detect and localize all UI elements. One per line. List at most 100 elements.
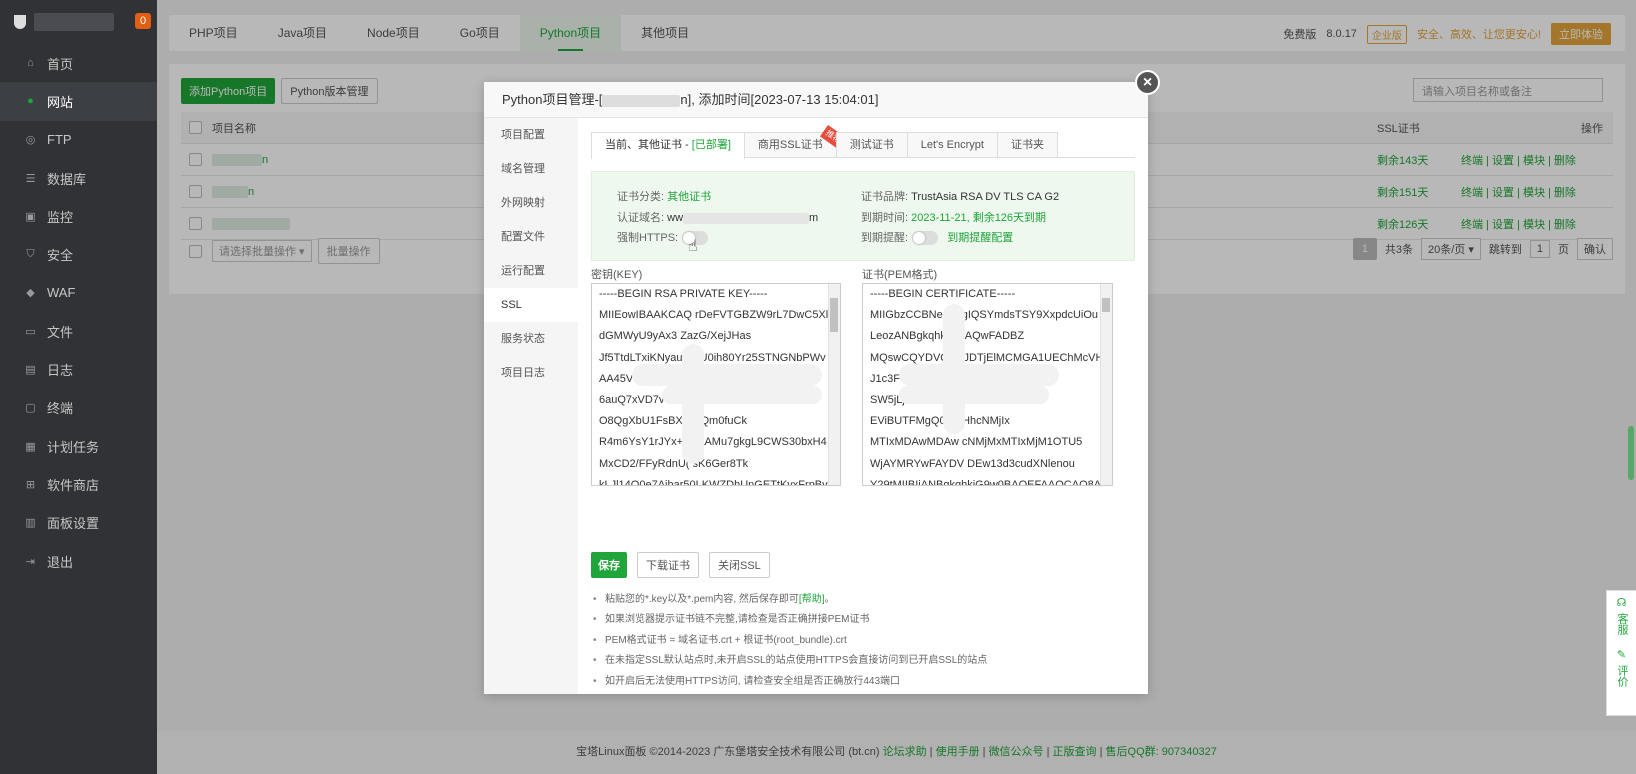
sidebar-nav: ⌂ 首页 ● 网站 ◎ FTP ☰ 数据库 ▣ 监控 ⛉ 安全 ◆ WAF ▭ 文件 ▤ 日志 ▢… bbox=[0, 44, 157, 580]
pem-line: MIIGbzCCBNeg/ AgIQSYmdsTSY9XxpdcUiOu bbox=[870, 309, 1099, 322]
modal-nav-domain[interactable]: 域名管理 bbox=[484, 152, 578, 186]
page-scroll-indicator[interactable] bbox=[1628, 426, 1634, 480]
key-line: -----BEGIN RSA PRIVATE KEY----- bbox=[599, 288, 768, 300]
key-line: MIIEowIBAAKCAQ rDeFVTGBZW9rL7DwC5Xlh bbox=[599, 309, 835, 322]
modal-sidebar: 项目配置 域名管理 外网映射 配置文件 运行配置 SSL 服务状态 项目日志 bbox=[484, 118, 578, 694]
pem-line: LeozANBgkqhki 0BAQwFADBZ bbox=[870, 330, 1025, 343]
cert-category-value: 其他证书 bbox=[667, 191, 712, 203]
pem-line: MTIxMDAwMDAw cNMjMxMTIxMjM1OTU5 bbox=[870, 436, 1083, 449]
sidebar-item-label: 软件商店 bbox=[47, 477, 100, 493]
tab-letsencrypt[interactable]: Let's Encrypt bbox=[906, 132, 998, 157]
tab-current-cert[interactable]: 当前、其他证书 - [已部署] bbox=[591, 132, 745, 159]
sidebar-item-label: 计划任务 bbox=[47, 439, 100, 455]
sidebar-item-label: FTP bbox=[47, 132, 72, 148]
download-cert-button[interactable]: 下载证书 bbox=[637, 552, 699, 578]
sidebar-item-terminal[interactable]: ▢ 终端 bbox=[0, 389, 157, 427]
scrollbar-thumb[interactable] bbox=[1102, 298, 1110, 312]
pem-line: WjAYMRYwFAYDV DEw13d3cudXNlenou bbox=[870, 457, 1075, 470]
cert-info-box: 证书分类: 其他证书 证书品牌: TrustAsia RSA DV TLS CA… bbox=[591, 171, 1135, 261]
redaction-mask bbox=[899, 386, 1049, 404]
terminal-icon: ▢ bbox=[25, 402, 36, 415]
key-scrollbar[interactable] bbox=[828, 284, 840, 485]
expire-remind-label: 到期提醒: bbox=[861, 232, 909, 244]
service-label[interactable]: 客服 bbox=[1615, 613, 1628, 635]
task-icon: ▦ bbox=[25, 440, 36, 453]
cert-domain-label: 认证域名: bbox=[617, 212, 665, 224]
expire-remind-toggle[interactable] bbox=[912, 231, 939, 246]
tip-item: 如果浏览器提示证书链不完整,请检查是否正确拼接PEM证书 bbox=[591, 610, 987, 631]
database-icon: ☰ bbox=[25, 172, 36, 185]
logo bbox=[14, 11, 114, 33]
sidebar-item-cron[interactable]: ▦ 计划任务 bbox=[0, 427, 157, 465]
ssl-content: 当前、其他证书 - [已部署] 商用SSL证书 推荐 测试证书 Let's Enc… bbox=[591, 118, 1135, 692]
expire-remind-config-link[interactable]: 到期提醒配置 bbox=[947, 232, 1013, 244]
tip-item: 在未指定SSL默认站点时,未开启SSL的站点使用HTTPS会直接访问到已开启SS… bbox=[591, 651, 987, 672]
tip-item: PEM格式证书 = 域名证书.crt + 根证书(root_bundle).cr… bbox=[591, 631, 987, 652]
folder-icon: ▭ bbox=[25, 325, 36, 338]
sidebar-item-monitor[interactable]: ▣ 监控 bbox=[0, 197, 157, 235]
pem-line: -----BEGIN CERTIFICATE----- bbox=[870, 288, 1016, 300]
sidebar-item-store[interactable]: ⊞ 软件商店 bbox=[0, 465, 157, 503]
log-icon: ▤ bbox=[25, 364, 36, 377]
key-line: MxCD2/FFyRdnU( sK6Ger8Tk bbox=[599, 457, 749, 470]
sidebar-item-settings[interactable]: ▥ 面板设置 bbox=[0, 504, 157, 542]
sidebar-item-logout[interactable]: ⇥ 退出 bbox=[0, 542, 157, 580]
modal-nav-mapping[interactable]: 外网映射 bbox=[484, 186, 578, 220]
scrollbar-thumb[interactable] bbox=[830, 298, 838, 332]
hand-cursor-icon: ☝ bbox=[688, 238, 698, 255]
save-button[interactable]: 保存 bbox=[591, 552, 627, 578]
pem-textarea[interactable]: -----BEGIN CERTIFICATE----- MIIGbzCCBNeg… bbox=[862, 283, 1113, 486]
sidebar-item-logs[interactable]: ▤ 日志 bbox=[0, 350, 157, 388]
customer-service-widget[interactable]: ☊ 客服 ✎ 评价 bbox=[1606, 590, 1636, 716]
waf-icon: ◆ bbox=[26, 287, 35, 300]
redaction-mask bbox=[632, 364, 822, 386]
modal-nav-run-config[interactable]: 运行配置 bbox=[484, 254, 578, 288]
pem-line: EViBUTFMgQ0Eg HhcNMjIx bbox=[870, 415, 1010, 428]
sidebar-item-label: 安全 bbox=[47, 248, 74, 264]
modal-nav-service-status[interactable]: 服务状态 bbox=[484, 322, 578, 356]
sidebar-item-label: WAF bbox=[47, 285, 76, 301]
store-icon: ⊞ bbox=[25, 478, 36, 491]
sidebar-item-label: 网站 bbox=[47, 94, 74, 110]
modal-nav-project-log[interactable]: 项目日志 bbox=[484, 356, 578, 390]
ssl-tabs: 当前、其他证书 - [已部署] 商用SSL证书 推荐 测试证书 Let's Enc… bbox=[591, 124, 1135, 159]
sidebar-item-security[interactable]: ⛉ 安全 bbox=[0, 235, 157, 273]
logout-icon: ⇥ bbox=[25, 555, 36, 568]
key-textarea[interactable]: -----BEGIN RSA PRIVATE KEY----- MIIEowIB… bbox=[591, 283, 841, 486]
close-icon[interactable]: × bbox=[1135, 70, 1160, 95]
sidebar-item-home[interactable]: ⌂ 首页 bbox=[0, 44, 157, 82]
cert-category-label: 证书分类: bbox=[617, 191, 665, 203]
tab-commercial-ssl[interactable]: 商用SSL证书 推荐 bbox=[743, 124, 846, 157]
tab-cert-folder[interactable]: 证书夹 bbox=[996, 132, 1058, 157]
sidebar-item-database[interactable]: ☰ 数据库 bbox=[0, 159, 157, 197]
python-project-modal: Python项目管理-[n], 添加时间[2023-07-13 15:04:01… bbox=[484, 70, 1160, 694]
sidebar-item-label: 退出 bbox=[47, 554, 74, 570]
cert-brand-value: TrustAsia RSA DV TLS CA G2 bbox=[911, 191, 1060, 203]
settings-icon: ▥ bbox=[25, 517, 36, 530]
home-icon: ⌂ bbox=[27, 57, 34, 70]
modal-nav-config-file[interactable]: 配置文件 bbox=[484, 220, 578, 254]
sidebar-item-files[interactable]: ▭ 文件 bbox=[0, 312, 157, 350]
cert-domain-suffix: m bbox=[809, 212, 819, 224]
modal-nav-ssl[interactable]: SSL bbox=[484, 288, 578, 322]
shield-icon: ⛉ bbox=[26, 248, 35, 261]
modal-nav-project-config[interactable]: 项目配置 bbox=[484, 118, 578, 152]
ssl-actions: 保存 下载证书 关闭SSL bbox=[591, 552, 770, 578]
pem-scrollbar[interactable] bbox=[1100, 284, 1112, 485]
title-suffix: n], 添加时间[2023-07-13 15:04:01] bbox=[680, 92, 879, 107]
cert-brand-label: 证书品牌: bbox=[861, 191, 909, 203]
cert-domain-prefix: ww bbox=[667, 212, 684, 224]
key-line: kLJl14O0e7Aihar50LKWZDhUnGETtKvxFrpBvJfX bbox=[599, 478, 840, 486]
notification-badge[interactable]: 0 bbox=[135, 13, 151, 29]
review-label[interactable]: 评价 bbox=[1615, 665, 1628, 687]
sidebar-item-website[interactable]: ● 网站 bbox=[0, 82, 157, 121]
force-https-label: 强制HTTPS: bbox=[617, 232, 679, 244]
sidebar-item-waf[interactable]: ◆ WAF bbox=[0, 274, 157, 312]
close-ssl-button[interactable]: 关闭SSL bbox=[709, 552, 770, 578]
key-label: 密钥(KEY) bbox=[591, 269, 643, 281]
tab-test-cert[interactable]: 测试证书 bbox=[835, 132, 908, 157]
help-link[interactable]: [帮助] bbox=[799, 594, 825, 605]
monitor-icon: ▣ bbox=[25, 210, 36, 223]
sidebar-item-label: 终端 bbox=[47, 401, 74, 417]
sidebar-item-ftp[interactable]: ◎ FTP bbox=[0, 121, 157, 159]
